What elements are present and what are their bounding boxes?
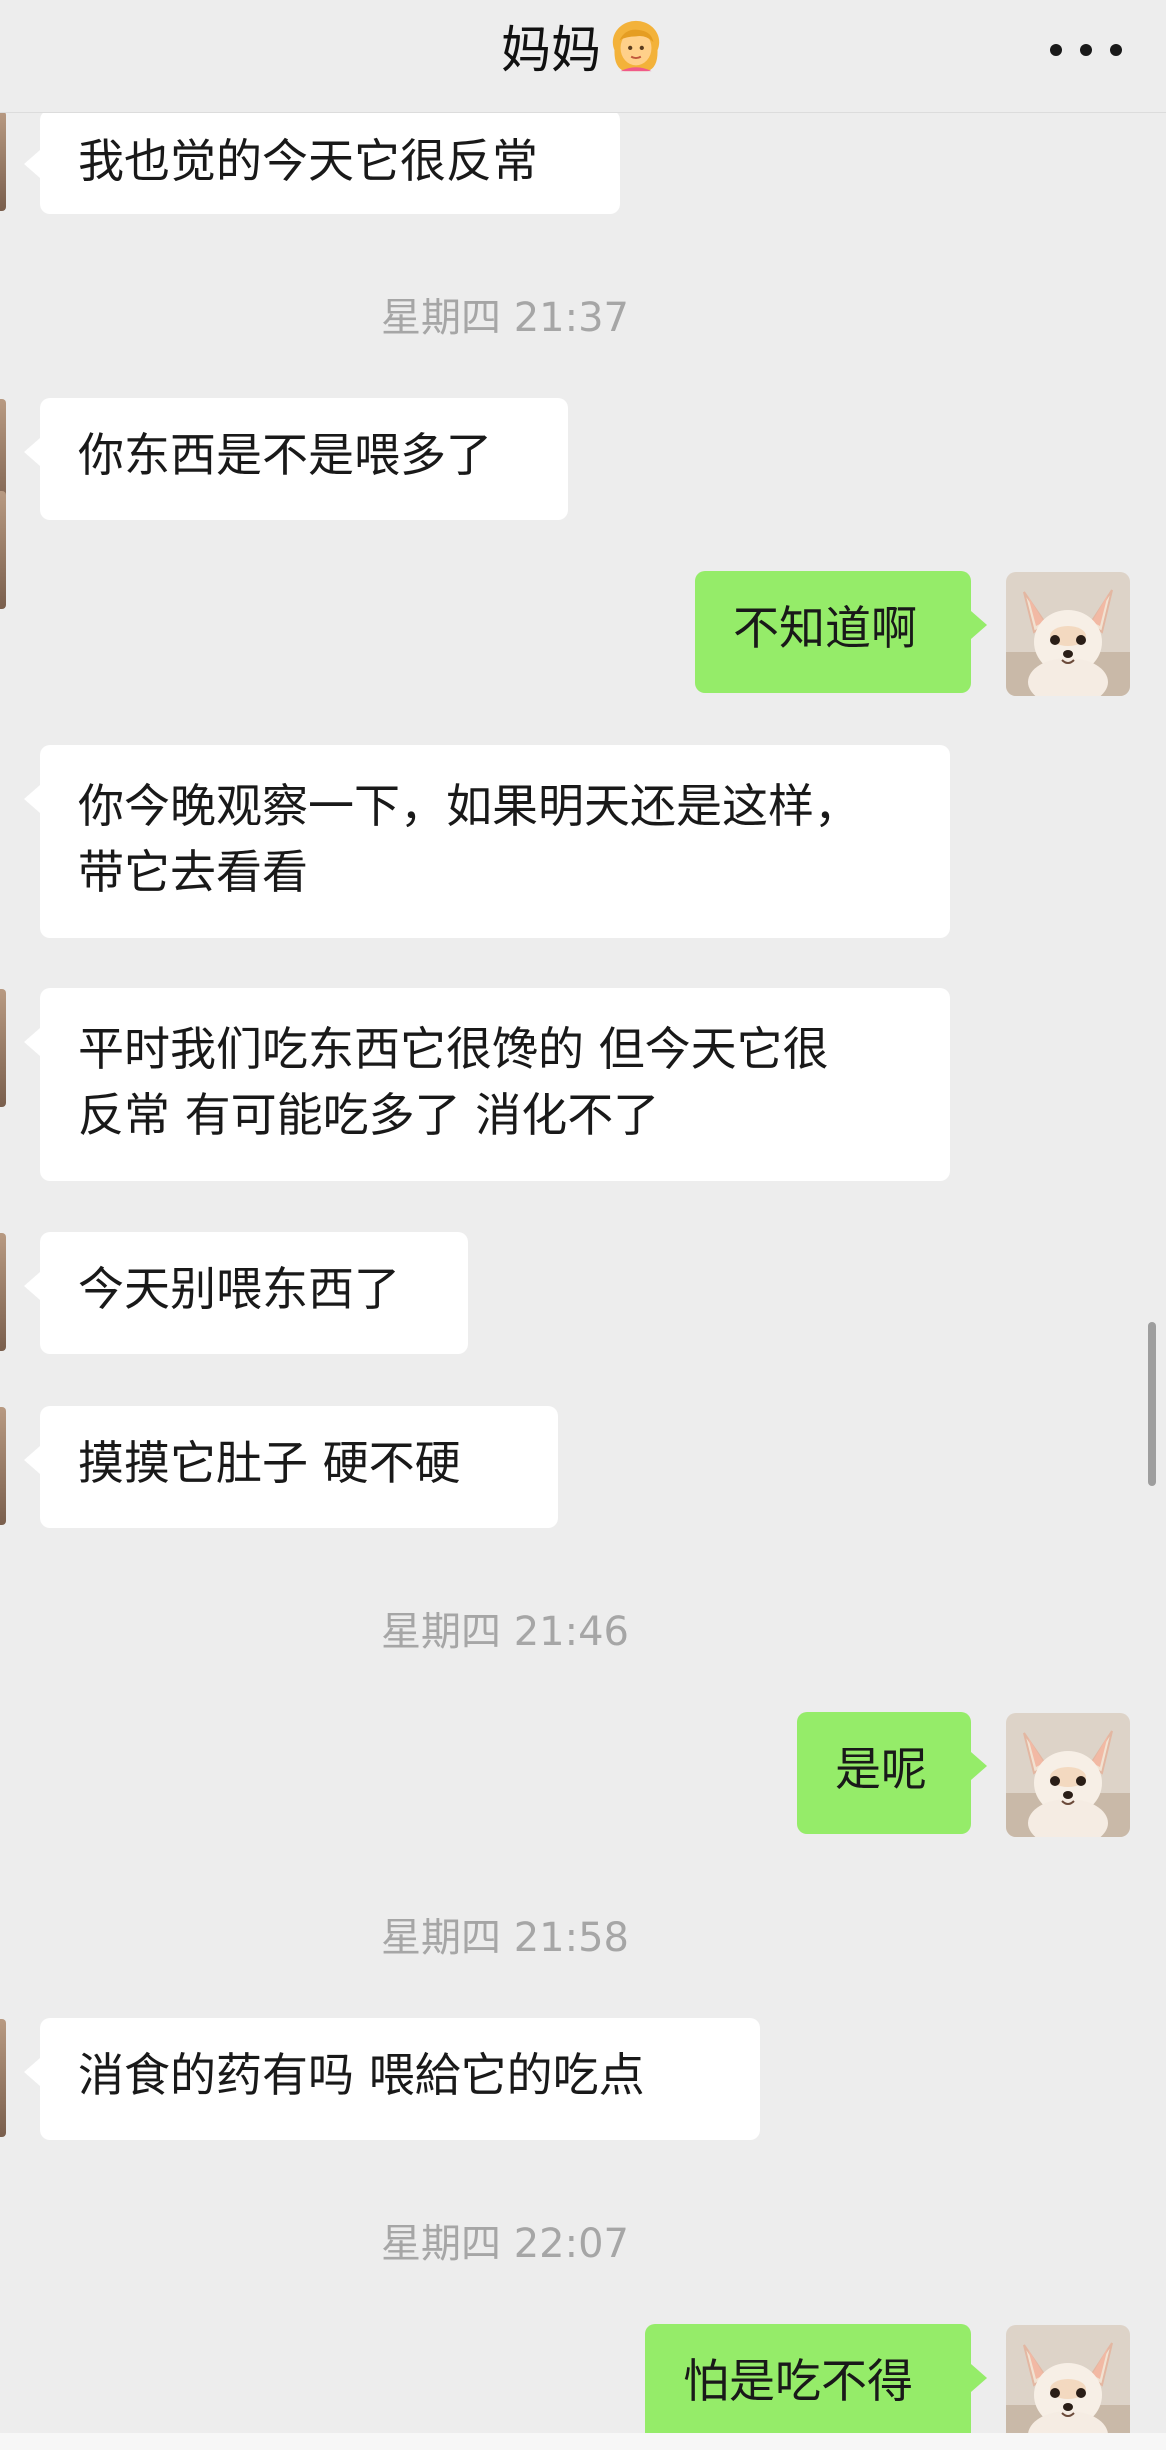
chat-header: 妈妈 bbox=[0, 0, 1166, 113]
message-bubble-left[interactable]: 摸摸它肚子 硬不硬 bbox=[24, 1406, 558, 1528]
puppy-avatar-image bbox=[1006, 2325, 1130, 2433]
timestamp: 星期四 21:58 bbox=[381, 1915, 629, 1961]
message-bubble-left[interactable]: 我也觉的今天它很反常 bbox=[24, 113, 620, 214]
contact-avatar[interactable] bbox=[0, 113, 6, 211]
message-text-line: 平时我们吃东西它很馋的 但今天它很 bbox=[78, 1022, 829, 1076]
dot bbox=[1050, 44, 1062, 56]
chat-title: 妈妈 bbox=[0, 14, 1166, 86]
more-dots-icon[interactable] bbox=[1050, 34, 1122, 66]
message-bubble-right[interactable]: 怕是吃不得 bbox=[645, 2324, 987, 2433]
dot bbox=[1110, 44, 1122, 56]
message-text-line: 反常 有可能吃多了 消化不了 bbox=[78, 1088, 660, 1142]
message-bubble-left[interactable]: 你今晚观察一下，如果明天还是这样， 带它去看看 bbox=[24, 745, 950, 938]
timestamp: 星期四 21:37 bbox=[381, 295, 629, 341]
puppy-avatar-image bbox=[1006, 572, 1130, 696]
message-text: 消食的药有吗 喂給它的吃点 bbox=[78, 2048, 645, 2102]
message-text: 怕是吃不得 bbox=[683, 2354, 913, 2408]
puppy-avatar-icon[interactable] bbox=[1006, 2325, 1130, 2433]
scrollbar-thumb[interactable] bbox=[1148, 1322, 1156, 1486]
puppy-avatar-image bbox=[1006, 1713, 1130, 1837]
message-text-line: 带它去看看 bbox=[78, 845, 308, 899]
dot bbox=[1080, 44, 1092, 56]
message-bubble-left[interactable]: 你东西是不是喂多了 bbox=[24, 398, 568, 520]
message-bubble-left[interactable]: 消食的药有吗 喂給它的吃点 bbox=[24, 2018, 760, 2140]
puppy-avatar-icon[interactable] bbox=[1006, 1713, 1130, 1837]
message-text: 不知道啊 bbox=[733, 601, 917, 655]
contact-avatar[interactable] bbox=[0, 989, 6, 1107]
message-list[interactable]: 我也觉的今天它很反常 星期四 21:37 你东西是不是喂多了 不知道啊 你今晚观… bbox=[0, 113, 1166, 2433]
timestamp: 星期四 21:46 bbox=[381, 1609, 629, 1655]
puppy-avatar-icon[interactable] bbox=[1006, 572, 1130, 696]
message-text: 是呢 bbox=[835, 1742, 927, 1796]
bottom-edge bbox=[0, 2433, 1166, 2450]
message-bubble-left[interactable]: 今天别喂东西了 bbox=[24, 1232, 468, 1354]
message-bubble-right[interactable]: 是呢 bbox=[797, 1712, 987, 1834]
message-text: 我也觉的今天它很反常 bbox=[78, 134, 538, 188]
contact-avatar[interactable] bbox=[0, 1407, 6, 1525]
message-text: 你东西是不是喂多了 bbox=[78, 428, 492, 482]
message-bubble-left[interactable]: 平时我们吃东西它很馋的 但今天它很 反常 有可能吃多了 消化不了 bbox=[24, 988, 950, 1181]
contact-avatar[interactable] bbox=[0, 1233, 6, 1351]
chat-title-text: 妈妈 bbox=[501, 21, 601, 79]
message-text: 今天别喂东西了 bbox=[78, 1262, 400, 1316]
contact-avatar[interactable] bbox=[0, 2019, 6, 2137]
woman-emoji-icon bbox=[612, 20, 660, 72]
message-text-line: 你今晚观察一下，如果明天还是这样， bbox=[78, 779, 860, 833]
contact-avatar[interactable] bbox=[0, 491, 6, 609]
message-bubble-right[interactable]: 不知道啊 bbox=[695, 571, 987, 693]
timestamp: 星期四 22:07 bbox=[381, 2221, 629, 2267]
message-text: 摸摸它肚子 硬不硬 bbox=[78, 1436, 461, 1490]
